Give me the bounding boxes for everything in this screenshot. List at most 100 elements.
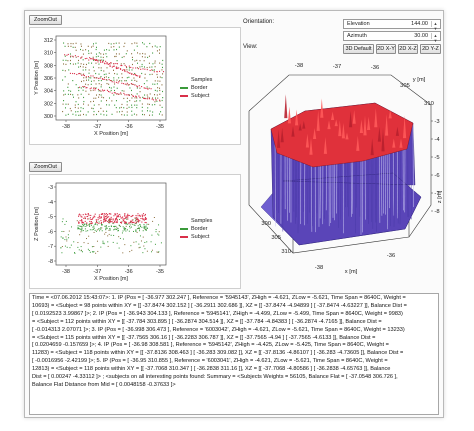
border-sample [130, 226, 132, 228]
border-sample [126, 104, 128, 106]
border-sample [145, 228, 147, 230]
subject-sample [90, 58, 92, 60]
subject-sample [142, 68, 144, 70]
subject-sample [121, 217, 123, 219]
border-sample [80, 110, 82, 112]
border-sample [64, 239, 66, 241]
azimuth-field[interactable]: Azimuth 30.00 ▲ ▼ [343, 31, 441, 43]
border-sample [108, 42, 110, 45]
elevation-spinner[interactable]: ▲ ▼ [431, 21, 439, 31]
border-sample [65, 63, 67, 66]
subject-sample [90, 221, 92, 223]
subject-sample [123, 218, 125, 220]
subject-sample [92, 58, 94, 60]
border-sample [123, 229, 125, 231]
spin-down-icon[interactable]: ▼ [432, 38, 439, 43]
border-sample [102, 240, 104, 242]
subject-sample [110, 62, 112, 64]
border-sample [139, 53, 141, 55]
view-2d-xy-button[interactable]: 2D X-Y [376, 44, 396, 54]
border-sample [149, 110, 151, 112]
subject-sample [123, 221, 125, 223]
border-sample [82, 107, 84, 110]
border-sample [135, 230, 137, 232]
view-2d-xz-button[interactable]: 2D X-Z [398, 44, 418, 54]
x-tick-label: -35 [156, 124, 164, 130]
border-sample [146, 46, 148, 48]
y-tick-label: -6 [48, 229, 53, 235]
border-sample [98, 96, 100, 98]
subject-sample [94, 59, 96, 61]
view-2d-yz-button[interactable]: 2D Y-Z [420, 44, 441, 54]
border-sample [82, 89, 84, 91]
y-tick-label: -3 [48, 185, 53, 191]
border-sample [146, 223, 148, 225]
border-sample [139, 228, 141, 230]
border-sample [151, 251, 153, 253]
subject-sample [108, 221, 110, 223]
bottom-zoom-out-button[interactable]: ZoomOut [29, 162, 62, 172]
subject-sample [128, 65, 130, 67]
border-sample [152, 63, 154, 65]
border-sample [124, 244, 126, 246]
subject-sample [84, 220, 86, 222]
log-line: Balance Flat Distance from Mid = [ 0.004… [32, 381, 176, 388]
elevation-field[interactable]: Elevation 144.00 ▲ ▼ [343, 19, 441, 31]
result-log-textbox[interactable]: Time = <07.06.2012 15:43:07>: 1. IP (Pos… [29, 293, 439, 415]
top-zoom-out-button[interactable]: ZoomOut [29, 15, 62, 25]
border-sample [156, 50, 158, 52]
x-tick-label: -35 [156, 269, 164, 275]
subject-sample [128, 214, 130, 217]
y-tick-label: -8 [48, 259, 53, 265]
surface-3d-plot[interactable]: -38 -37 -36305y [m]310-3-4-5-6-7-8z [m]300… [243, 57, 443, 289]
subject-sample [66, 54, 68, 56]
subject-sample [114, 92, 116, 94]
y-tick-bottom: 305 [271, 235, 281, 241]
elevation-value[interactable]: 144.00 [411, 21, 428, 27]
subject-sample [120, 217, 122, 219]
view-3d-default-button[interactable]: 3D Default [343, 44, 374, 54]
x-tick-label: -36 [125, 269, 133, 275]
border-sample [84, 228, 86, 230]
subject-sample [141, 86, 143, 88]
border-sample [107, 235, 109, 237]
border-sample [154, 101, 156, 103]
subject-sample [105, 79, 107, 81]
border-sample [72, 46, 74, 48]
subject-sample [141, 218, 143, 220]
border-sample [108, 86, 110, 89]
subject-sample [87, 76, 90, 78]
border-sample [64, 223, 66, 225]
border-sample [106, 67, 108, 69]
border-sample [144, 241, 146, 243]
border-sample [156, 83, 158, 85]
border-sample [107, 245, 109, 247]
x-tick-top: -37 [333, 64, 341, 70]
border-sample [81, 227, 83, 229]
subject-sample [76, 73, 78, 76]
border-sample [80, 73, 82, 75]
azimuth-spinner[interactable]: ▲ ▼ [431, 33, 439, 43]
border-sample [87, 104, 89, 106]
border-sample [80, 80, 82, 83]
border-sample [152, 220, 154, 222]
azimuth-value[interactable]: 30.00 [414, 33, 428, 39]
border-sample [63, 94, 65, 96]
border-sample [65, 103, 67, 105]
border-sample [98, 221, 100, 223]
border-sample [92, 107, 94, 110]
subject-sample [122, 216, 124, 218]
border-sample [139, 100, 141, 102]
border-sample [87, 45, 89, 47]
subject-sample [111, 81, 113, 83]
subject-sample [115, 66, 117, 68]
view-label: View: [243, 44, 258, 50]
subject-sample [150, 88, 152, 90]
border-sample [85, 63, 87, 66]
log-line: = <Subject = 115 points within XY = [[ -… [32, 334, 376, 341]
border-sample [61, 246, 63, 248]
border-sample [105, 231, 107, 233]
border-sample [110, 89, 112, 92]
subject-sample [118, 216, 120, 218]
border-sample [134, 97, 136, 99]
